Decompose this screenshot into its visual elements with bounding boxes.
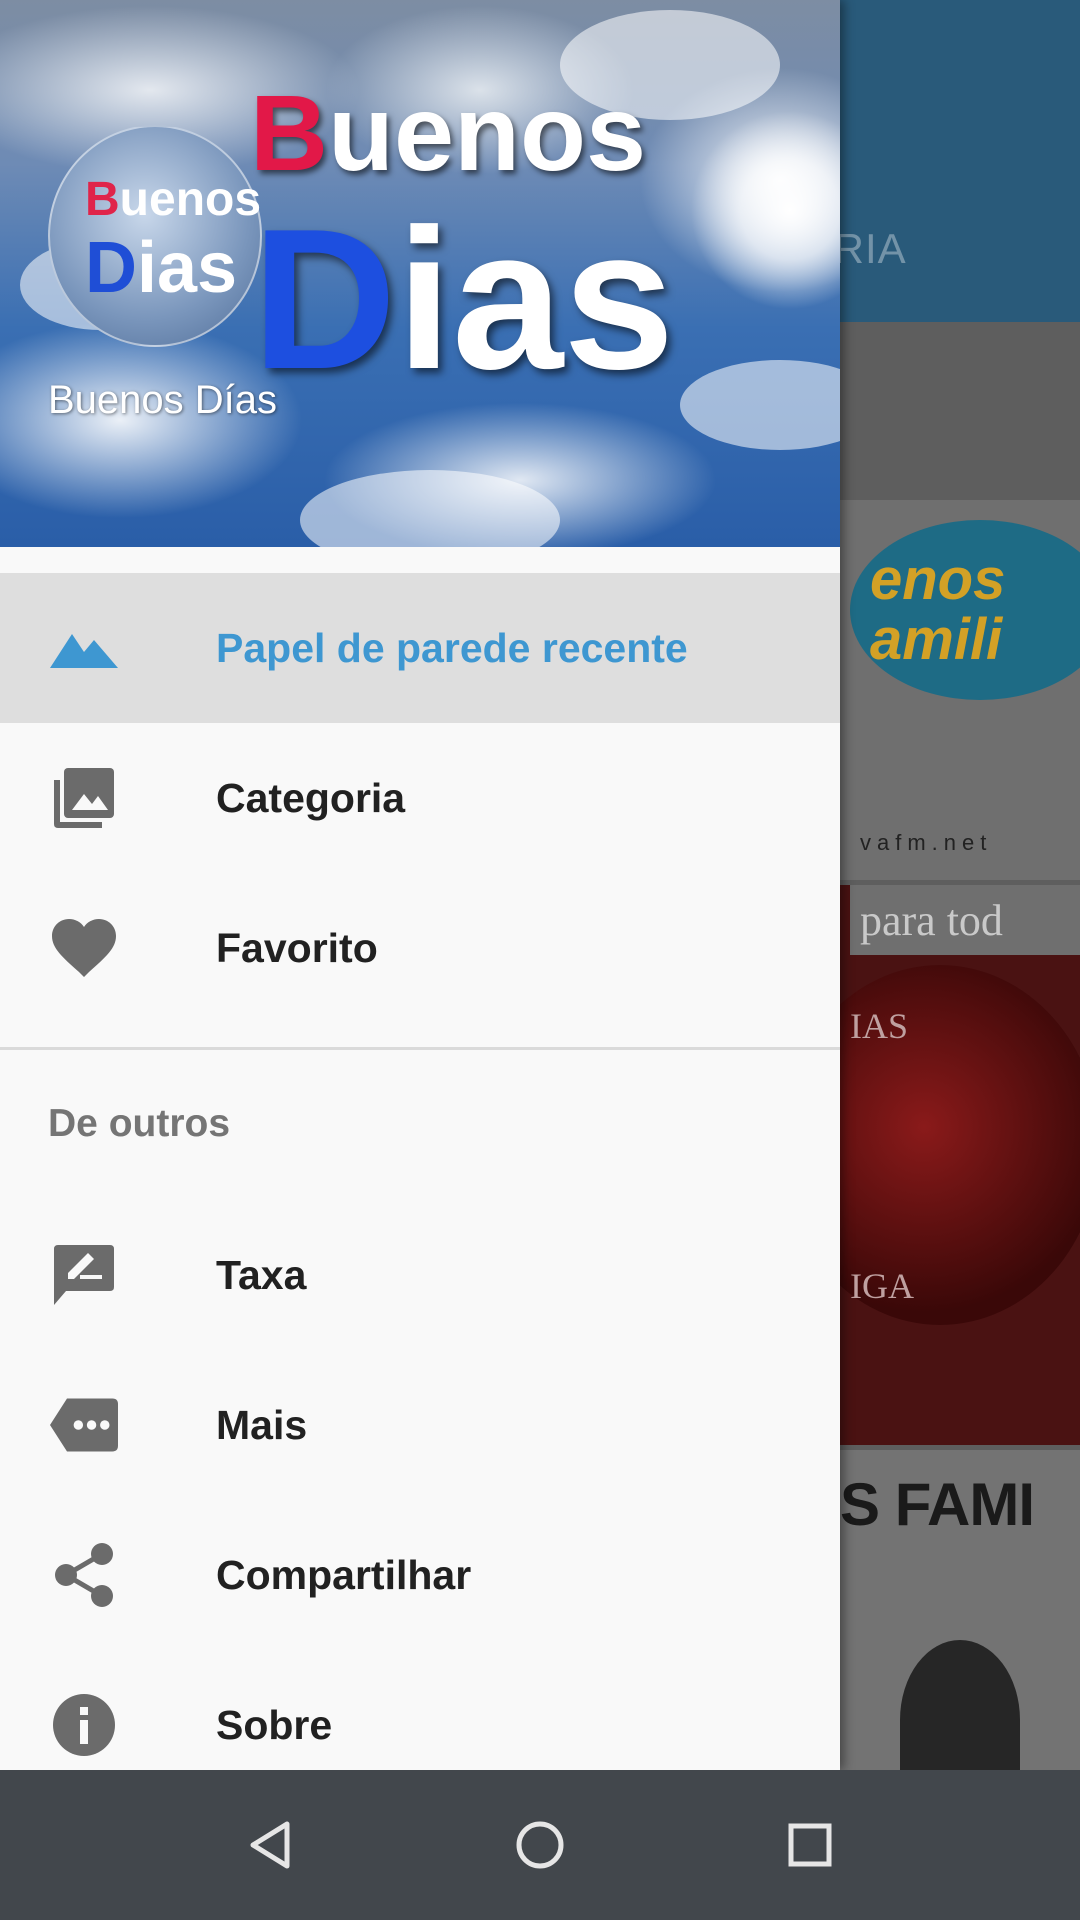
background-card-caption: para tod [850, 885, 1080, 955]
home-icon[interactable] [495, 1800, 585, 1890]
background-card-text: IGA [850, 1266, 914, 1306]
menu-item-category[interactable]: Categoria [0, 723, 840, 873]
cloud-shape [680, 360, 840, 450]
menu-item-favorite[interactable]: Favorito [0, 873, 840, 1023]
system-navigation-bar [0, 1770, 1080, 1920]
navigation-drawer: Buenos Dias Buenos Dias Buenos Días Pape… [0, 0, 840, 1770]
menu-item-label: Compartilhar [216, 1551, 472, 1598]
badge-text-line2: Dias [85, 228, 238, 308]
menu-item-about[interactable]: Sobre [0, 1650, 840, 1770]
photo-library-icon [50, 764, 118, 832]
menu-divider [0, 1047, 840, 1050]
cloud-shape [300, 470, 560, 547]
background-card-url: vafm.net [860, 830, 993, 855]
menu-item-label: Categoria [216, 774, 406, 821]
menu-item-label: Papel de parede recente [216, 624, 688, 671]
share-icon [50, 1541, 118, 1609]
background-card: para tod IAS IGA [840, 885, 1080, 1445]
menu-item-recent-wallpaper[interactable]: Papel de parede recente [0, 573, 840, 723]
background-card-text: IAS [850, 1006, 909, 1046]
header-logo-line1: Buenos [250, 72, 647, 193]
recents-icon[interactable] [765, 1800, 855, 1890]
sun-glow [690, 110, 840, 310]
info-icon [50, 1691, 118, 1759]
menu-item-label: Taxa [216, 1251, 307, 1298]
menu-item-label: Mais [216, 1401, 308, 1448]
background-card-logo-text: enos amili [870, 547, 1006, 672]
back-icon[interactable] [225, 1800, 315, 1890]
more-apps-icon [50, 1391, 118, 1459]
badge-text-line1: Buenos [85, 173, 262, 226]
rate-review-icon [50, 1241, 118, 1309]
menu-item-label: Favorito [216, 924, 378, 971]
menu-item-more[interactable]: Mais [0, 1350, 840, 1500]
landscape-icon [50, 614, 118, 682]
heart-icon [50, 914, 118, 982]
section-title-others: De outros [48, 1102, 231, 1145]
header-logo-line2: Dias [252, 188, 675, 411]
background-card-caption: S FAMI [840, 1471, 1035, 1538]
drawer-header: Buenos Dias Buenos Dias Buenos Días [0, 0, 840, 547]
background-card: enos amili vafm.net [840, 500, 1080, 880]
menu-item-rate[interactable]: Taxa [0, 1200, 840, 1350]
menu-item-share[interactable]: Compartilhar [0, 1500, 840, 1650]
app-logo-badge: Buenos Dias [48, 125, 262, 347]
background-figure [900, 1640, 1020, 1770]
menu-item-label: Sobre [216, 1701, 333, 1748]
background-card: S FAMI [840, 1450, 1080, 1770]
header-app-name: Buenos Días [48, 378, 278, 422]
